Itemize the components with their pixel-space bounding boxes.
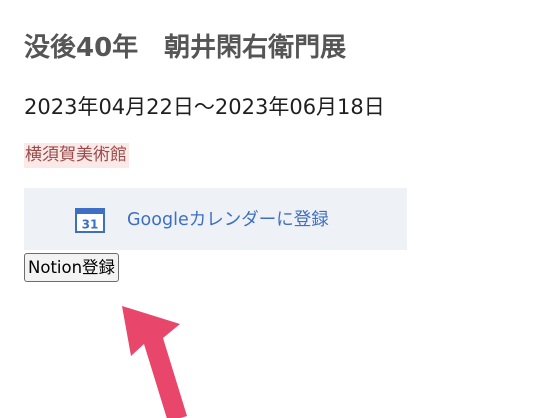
event-title: 没後40年 朝井閑右衛門展	[24, 33, 347, 63]
google-calendar-icon: 31	[75, 208, 105, 233]
notion-register-button[interactable]: Notion登録	[24, 253, 120, 282]
google-calendar-register-label: Googleカレンダーに登録	[127, 210, 329, 230]
pink-arrow-icon	[122, 306, 187, 418]
page: 没後40年 朝井閑右衛門展 2023年04月22日〜2023年06月18日 横須…	[0, 0, 550, 418]
event-venue: 横須賀美術館	[24, 143, 129, 168]
google-calendar-icon-number: 31	[82, 218, 99, 232]
google-calendar-register-button[interactable]: 31 Googleカレンダーに登録	[24, 188, 407, 250]
event-period: 2023年04月22日〜2023年06月18日	[24, 95, 385, 119]
